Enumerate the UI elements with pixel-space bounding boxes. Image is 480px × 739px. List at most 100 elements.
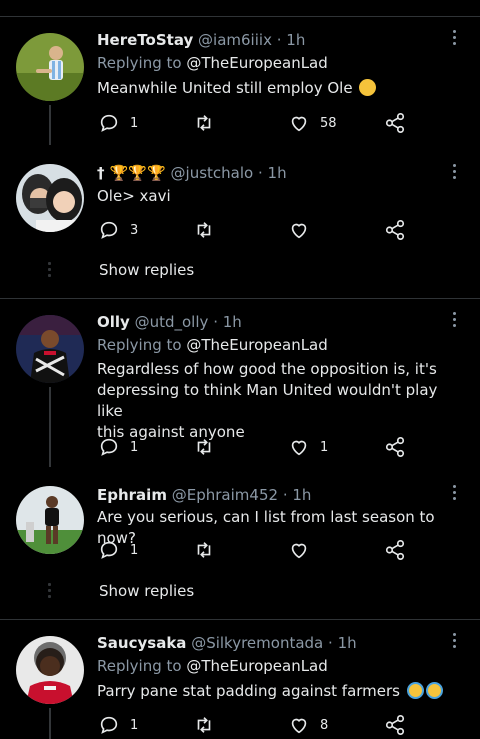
retweet-button[interactable]	[193, 436, 215, 458]
crying-face-emoji	[406, 682, 424, 699]
share-button[interactable]	[384, 219, 406, 241]
like-button[interactable]: 1	[288, 436, 328, 458]
replying-to-handle[interactable]: @TheEuropeanLad	[186, 336, 327, 354]
replying-to-label: Replying to	[97, 54, 182, 72]
more-options-icon[interactable]	[446, 30, 462, 50]
share-icon	[385, 113, 405, 133]
thread-dots	[48, 262, 51, 280]
handle[interactable]: @iam6iiix	[198, 31, 272, 49]
tweet-text-line: Regardless of how good the opposition is…	[97, 360, 437, 378]
reply-button[interactable]: 3	[98, 219, 138, 241]
like-button[interactable]: 8	[288, 714, 328, 736]
tweet-header: † 🏆🏆🏆 @justchalo · 1h	[97, 163, 287, 183]
replying-to: Replying to @TheEuropeanLad	[97, 53, 328, 73]
retweet-button[interactable]	[193, 714, 215, 736]
avatar[interactable]	[16, 33, 84, 101]
avatar[interactable]	[16, 486, 84, 554]
timestamp[interactable]: · 1h	[328, 634, 357, 652]
share-button[interactable]	[384, 714, 406, 736]
like-count: 1	[320, 439, 329, 455]
like-button[interactable]: 58	[288, 112, 337, 134]
replying-to-handle[interactable]: @TheEuropeanLad	[186, 657, 327, 675]
timestamp[interactable]: · 1h	[213, 313, 242, 331]
timestamp[interactable]: · 1h	[258, 164, 287, 182]
replying-to: Replying to @TheEuropeanLad	[97, 335, 328, 355]
tweet-header: Saucysaka @Silkyremontada · 1h	[97, 633, 357, 653]
more-options-icon[interactable]	[446, 485, 462, 505]
tweet-text-content: Ole> xavi	[97, 187, 171, 205]
grinning-cat-emoji	[359, 79, 377, 96]
like-count: 8	[320, 717, 329, 733]
reply-button[interactable]: 1	[98, 714, 138, 736]
display-name[interactable]: Saucysaka	[97, 634, 186, 652]
reply-count: 1	[130, 439, 139, 455]
reply-icon	[100, 541, 118, 559]
reply-count: 1	[130, 115, 139, 131]
share-icon	[385, 220, 405, 240]
retweet-icon	[197, 439, 211, 455]
reply-count: 1	[130, 542, 139, 558]
retweet-icon	[197, 542, 211, 558]
heart-icon	[291, 718, 307, 734]
display-name[interactable]: † 🏆🏆🏆	[97, 164, 166, 182]
tweet-text-line: this against anyone	[97, 423, 245, 441]
replying-to-label: Replying to	[97, 657, 182, 675]
show-replies-link[interactable]: Show replies	[99, 261, 194, 279]
more-options-icon[interactable]	[446, 164, 462, 184]
handle[interactable]: @justchalo	[171, 164, 254, 182]
display-name[interactable]: Olly	[97, 313, 130, 331]
reply-icon	[100, 221, 118, 239]
replying-to: Replying to @TheEuropeanLad	[97, 656, 328, 676]
heart-icon	[291, 440, 307, 456]
handle[interactable]: @Ephraim452	[172, 486, 278, 504]
tweet-header: HereToStay @iam6iiix · 1h	[97, 30, 305, 50]
handle[interactable]: @utd_olly	[135, 313, 209, 331]
retweet-icon	[197, 115, 211, 131]
reply-button[interactable]: 1	[98, 539, 138, 561]
timestamp[interactable]: · 1h	[277, 31, 306, 49]
tweet-text-content: Parry pane stat padding against farmers	[97, 682, 400, 700]
tweet-text: Meanwhile United still employ Ole	[97, 78, 467, 99]
retweet-button[interactable]	[193, 219, 215, 241]
reply-button[interactable]: 1	[98, 112, 138, 134]
retweet-icon	[197, 717, 211, 733]
reply-icon	[100, 114, 118, 132]
thread-line	[49, 708, 51, 739]
tweet-text-line: depressing to think Man United wouldn't …	[97, 381, 438, 420]
thread-line	[49, 105, 51, 145]
handle[interactable]: @Silkyremontada	[191, 634, 323, 652]
more-options-icon[interactable]	[446, 633, 462, 653]
show-replies-link[interactable]: Show replies	[99, 582, 194, 600]
tweet-header: Olly @utd_olly · 1h	[97, 312, 242, 332]
top-divider	[0, 16, 480, 17]
reply-count: 1	[130, 717, 139, 733]
timestamp[interactable]: · 1h	[283, 486, 312, 504]
like-count: 58	[320, 115, 337, 131]
avatar[interactable]	[16, 636, 84, 704]
retweet-button[interactable]	[193, 539, 215, 561]
replying-to-handle[interactable]: @TheEuropeanLad	[186, 54, 327, 72]
tweet-text: Regardless of how good the opposition is…	[97, 359, 467, 443]
reply-count: 3	[130, 222, 139, 238]
heart-icon	[291, 223, 307, 239]
avatar[interactable]	[16, 315, 84, 383]
display-name[interactable]: HereToStay	[97, 31, 193, 49]
like-button[interactable]	[288, 539, 310, 561]
share-button[interactable]	[384, 539, 406, 561]
avatar[interactable]	[16, 164, 84, 232]
thread-dots	[48, 583, 51, 601]
divider	[0, 298, 480, 299]
display-name[interactable]: Ephraim	[97, 486, 167, 504]
tweet-text-content: Meanwhile United still employ Ole	[97, 79, 353, 97]
more-options-icon[interactable]	[446, 312, 462, 332]
tweet-text: Are you serious, can I list from last se…	[97, 507, 467, 549]
reply-button[interactable]: 1	[98, 436, 138, 458]
like-button[interactable]	[288, 219, 310, 241]
share-button[interactable]	[384, 436, 406, 458]
replying-to-label: Replying to	[97, 336, 182, 354]
retweet-button[interactable]	[193, 112, 215, 134]
heart-icon	[291, 543, 307, 559]
tweet-header: Ephraim @Ephraim452 · 1h	[97, 485, 311, 505]
thread-line	[49, 387, 51, 467]
share-button[interactable]	[384, 112, 406, 134]
